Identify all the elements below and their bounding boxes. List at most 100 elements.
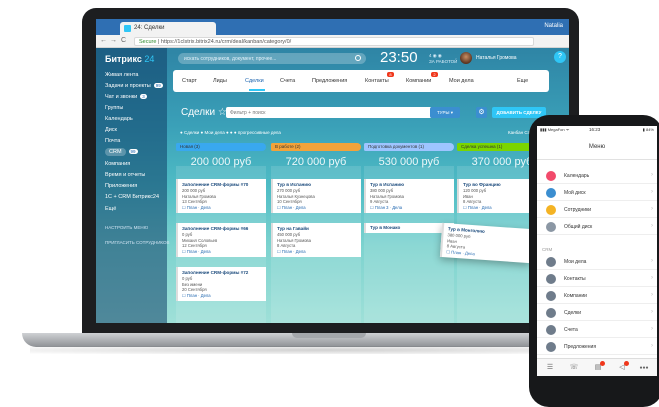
counter-badge: 99: [153, 83, 163, 88]
deal-card[interactable]: Тур в Монако: [364, 223, 454, 233]
tab-my-activities[interactable]: Мои дела: [449, 78, 474, 84]
sidebar-item-label: НАСТРОИТЬ МЕНЮ: [105, 225, 149, 230]
phone-menu-label: Календарь: [564, 173, 590, 179]
browser-addressbar: ← → C Secure | https://1clstrix.bitrix24…: [96, 35, 569, 48]
tab-more[interactable]: Еще: [517, 78, 528, 84]
avatar[interactable]: [460, 52, 472, 64]
sidebar-item-chat[interactable]: Чат и звонки 3: [105, 94, 147, 100]
sidebar-item-more[interactable]: Ещё: [105, 206, 116, 212]
add-deal-button[interactable]: ДОБАВИТЬ СДЕЛКУ: [492, 107, 546, 118]
pipeline-dropdown[interactable]: ТУРЫ ▾: [430, 107, 460, 118]
tab-leads[interactable]: Лиды: [213, 78, 227, 84]
gear-icon[interactable]: ⚙: [476, 107, 487, 118]
notification-badge: [600, 361, 605, 366]
phone-menu-my-disk[interactable]: Мой диск ›: [537, 185, 657, 201]
kanban-column-header[interactable]: Новая (3): [176, 143, 266, 151]
notification-badge: [624, 361, 629, 366]
phone-menu-contacts[interactable]: Контакты ›: [537, 271, 657, 287]
deal-card[interactable]: Заполнение CRM-формы #72 0 руб Без имени…: [176, 267, 266, 301]
sidebar-item-apps[interactable]: Приложения: [105, 183, 137, 189]
deal-card-activities[interactable]: ☐ План · Дела: [182, 205, 262, 211]
deal-card[interactable]: Тур на Гавайи 450 000 руб Наталья Громов…: [271, 223, 361, 257]
help-icon[interactable]: ?: [554, 51, 566, 63]
sidebar-item-label: Компания: [105, 161, 131, 167]
deal-card[interactable]: Тур в Испанию 270 000 руб Наталья Кузнец…: [271, 179, 361, 213]
browser-tabbar: 24: Сделки Natalia: [96, 19, 569, 35]
tab-companies[interactable]: Компании: [406, 78, 431, 84]
phone-menu-label: Предложения: [564, 344, 597, 350]
phone-menu-my-activities[interactable]: Мои дела ›: [537, 254, 657, 270]
tab-calls-icon[interactable]: ☏: [569, 363, 579, 373]
phone-menu-label: Сотрудники: [564, 207, 592, 213]
tab-contacts[interactable]: Контакты: [365, 78, 389, 84]
phone-time: 16:23: [589, 127, 601, 132]
phone-menu-label: Счета: [564, 327, 578, 333]
sidebar-item-calendar[interactable]: Календарь: [105, 116, 133, 122]
tab-feed-icon[interactable]: ☰: [545, 363, 555, 373]
chevron-right-icon: ›: [651, 223, 653, 229]
phone-menu-quotes[interactable]: Предложения ›: [537, 339, 657, 355]
sidebar-item-1c[interactable]: 1С + CRM Битрикс24: [105, 194, 159, 200]
deal-card-activities[interactable]: ☐ План · Дела: [277, 205, 357, 211]
clock-status: 4 ◉ ◉ ЗА РАБОТОЙ: [429, 53, 457, 65]
deal-card[interactable]: Заполнение CRM-формы #70 200 000 руб Нат…: [176, 179, 266, 213]
sidebar-item-label: Задачи и проекты: [105, 83, 151, 89]
sidebar-item-crm[interactable]: CRM 99: [105, 148, 138, 156]
global-search-input[interactable]: искать сотрудников, документ, прочее...: [178, 53, 366, 64]
deal-card-activities[interactable]: ☐ План · Дела: [182, 293, 262, 299]
activities-icon: [546, 257, 556, 267]
dragged-deal-card[interactable]: Тур в Монголию 380 000 руб Иван 8 Август…: [439, 222, 533, 264]
sidebar-invite-users[interactable]: ПРИГЛАСИТЬ СОТРУДНИКОВ: [105, 240, 170, 245]
sidebar-item-mail[interactable]: Почта: [105, 138, 120, 144]
sidebar-item-label: Приложения: [105, 183, 138, 189]
tab-more-icon[interactable]: ●●●: [639, 363, 649, 373]
forward-icon[interactable]: →: [110, 37, 117, 44]
phone-menu-companies[interactable]: Компании ›: [537, 288, 657, 304]
reload-icon[interactable]: C: [121, 37, 126, 44]
kanban-column-header[interactable]: Подготовка документов (1): [364, 143, 454, 151]
deal-card-activities[interactable]: ☐ План · Дела: [182, 249, 262, 255]
chevron-right-icon: ›: [651, 258, 653, 264]
tab-invoices[interactable]: Счета: [280, 78, 295, 84]
tab-deals[interactable]: Сделки: [245, 78, 264, 84]
logo-text: Битрикс: [105, 54, 142, 64]
phone-menu-calendar[interactable]: Календарь ›: [537, 168, 657, 184]
employees-icon: [546, 205, 556, 215]
bitrix-logo[interactable]: Битрикс 24: [105, 54, 154, 64]
sidebar-item-time[interactable]: Время и отчеты: [105, 172, 145, 178]
phone-menu-employees[interactable]: Сотрудники ›: [537, 202, 657, 218]
tab-start[interactable]: Старт: [182, 78, 197, 84]
user-name[interactable]: Наталья Громова: [476, 55, 517, 61]
search-icon[interactable]: [355, 55, 361, 61]
logo-number: 24: [144, 54, 155, 64]
sidebar-item-live-feed[interactable]: Живая лента: [105, 72, 138, 78]
back-icon[interactable]: ←: [100, 37, 107, 44]
sidebar-configure-menu[interactable]: НАСТРОИТЬ МЕНЮ: [105, 225, 148, 230]
chevron-right-icon: ›: [651, 326, 653, 332]
phone-menu-invoices[interactable]: Счета ›: [537, 322, 657, 338]
browser-tab[interactable]: 24: Сделки: [120, 22, 216, 35]
deal-card-title[interactable]: Тур в Монако: [370, 225, 450, 231]
deal-card-activities[interactable]: ☐ План 3 · Дела: [370, 205, 450, 211]
browser-tab-title: 24: Сделки: [134, 25, 165, 31]
phone-menu-deals[interactable]: Сделки ›: [537, 305, 657, 321]
clock[interactable]: 23:50: [380, 49, 418, 66]
sidebar-item-tasks[interactable]: Задачи и проекты 99: [105, 83, 163, 89]
deal-card-activities[interactable]: ☐ План · Дела: [277, 249, 357, 255]
phone-section-label: CRM: [542, 247, 553, 252]
tab-quotes[interactable]: Предложения: [312, 78, 347, 84]
phone-menu-shared-disk[interactable]: Общий диск ›: [537, 219, 657, 235]
sidebar-item-disk[interactable]: Диск: [105, 127, 117, 133]
sidebar-item-groups[interactable]: Группы: [105, 105, 123, 111]
browser-profile[interactable]: Natalia: [544, 23, 563, 29]
kanban-column-header[interactable]: В работе (2): [271, 143, 361, 151]
deal-card[interactable]: Тур в Испанию 380 000 руб Наталья Громов…: [364, 179, 454, 213]
deal-card[interactable]: Заполнение CRM-формы #66 0 руб Михаил Со…: [176, 223, 266, 257]
counters-bar[interactable]: ● Сделки ● Мои дела ● ● ● прогрессивные …: [180, 130, 281, 135]
sidebar-item-company[interactable]: Компания: [105, 161, 130, 167]
url-input[interactable]: Secure | https://1clstrix.bitrix24.ru/cr…: [134, 37, 534, 46]
filter-search-input[interactable]: Фильтр + поиск: [226, 107, 432, 118]
chevron-right-icon: ›: [651, 172, 653, 178]
chevron-right-icon: ›: [651, 343, 653, 349]
phone-status-bar: ▮▮▮ MegaFon ᯤ 16:23 ▮ 84%: [537, 126, 657, 134]
